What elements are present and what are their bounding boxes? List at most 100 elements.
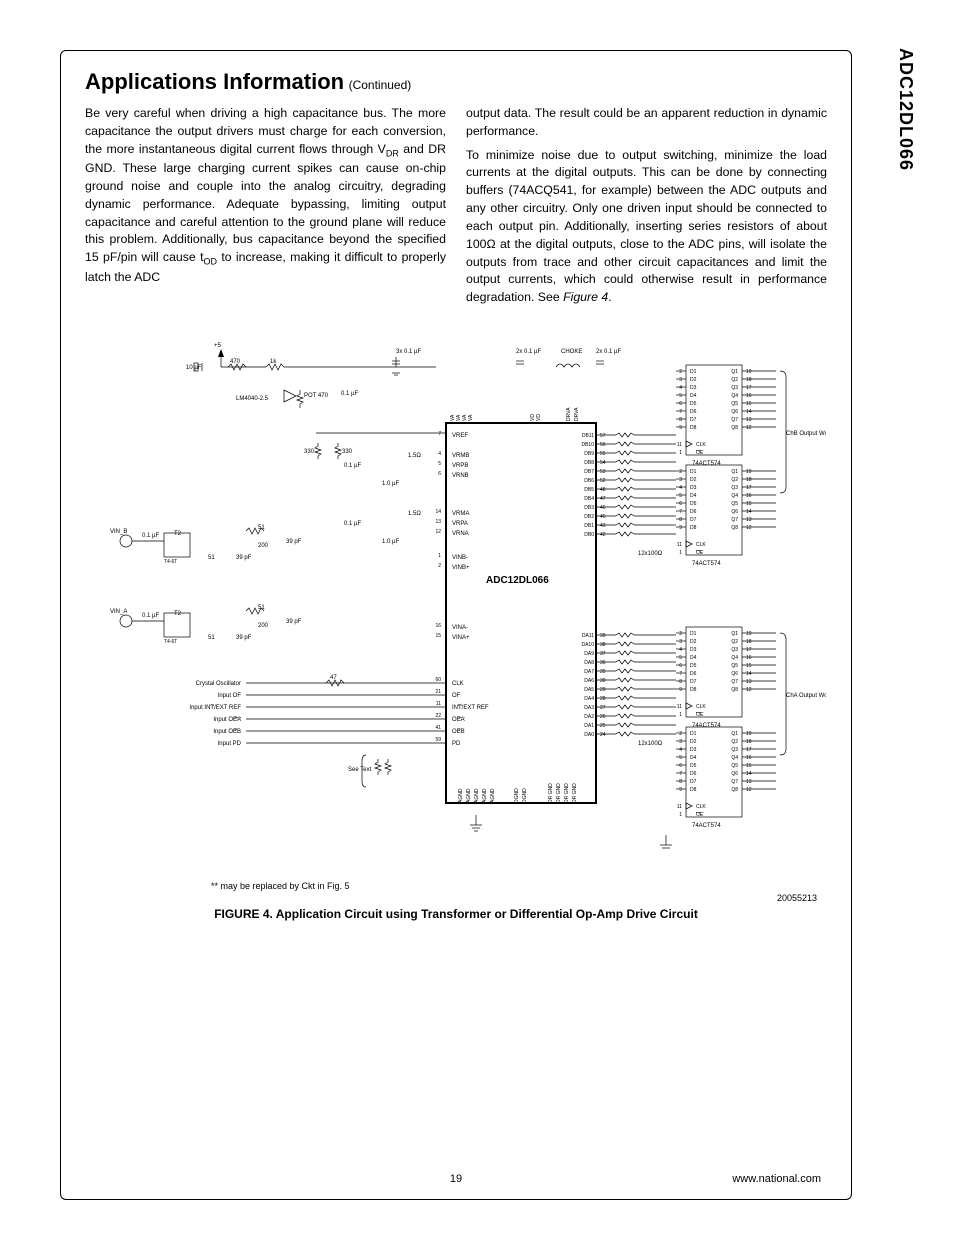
svg-text:Q1: Q1 [731, 469, 738, 475]
svg-text:39 pF: 39 pF [236, 635, 252, 641]
svg-text:1: 1 [679, 812, 682, 818]
svg-text:0.1 µF: 0.1 µF [142, 613, 159, 619]
svg-text:4: 4 [438, 451, 441, 457]
svg-text:42: 42 [600, 532, 606, 538]
svg-text:OE: OE [696, 712, 704, 718]
svg-text:2: 2 [679, 631, 682, 637]
svg-text:1k: 1k [270, 359, 277, 365]
svg-text:DB8: DB8 [584, 460, 594, 466]
svg-text:3: 3 [679, 477, 682, 483]
svg-text:2: 2 [679, 731, 682, 737]
svg-text:DA11: DA11 [582, 633, 594, 639]
svg-text:14: 14 [746, 409, 752, 415]
svg-text:21: 21 [435, 689, 441, 695]
svg-text:T4-6T: T4-6T [164, 639, 177, 645]
svg-text:0.1 µF: 0.1 µF [344, 463, 361, 469]
svg-text:Q2: Q2 [731, 739, 738, 745]
svg-text:Q3: Q3 [731, 385, 738, 391]
svg-text:D6: D6 [690, 409, 697, 415]
svg-text:T2: T2 [174, 611, 182, 617]
svg-text:1: 1 [679, 450, 682, 456]
content-frame: Applications Information (Continued) Be … [60, 50, 852, 1200]
svg-text:39 pF: 39 pF [236, 555, 252, 561]
svg-text:13: 13 [746, 417, 752, 423]
svg-text:46: 46 [600, 505, 606, 511]
svg-text:D7: D7 [690, 517, 697, 523]
svg-text:200: 200 [258, 623, 269, 629]
svg-text:11: 11 [677, 704, 682, 710]
svg-text:DA5: DA5 [584, 687, 594, 693]
svg-text:D6: D6 [690, 509, 697, 515]
continued-label: (Continued) [349, 78, 412, 92]
svg-text:DB1: DB1 [584, 523, 594, 529]
svg-text:7: 7 [679, 509, 682, 515]
svg-text:5: 5 [679, 655, 682, 661]
svg-text:Q6: Q6 [731, 671, 738, 677]
svg-text:VRMA: VRMA [452, 511, 469, 517]
svg-text:LM4040-2.5: LM4040-2.5 [236, 396, 269, 402]
svg-text:11: 11 [677, 542, 682, 548]
svg-text:6: 6 [679, 663, 682, 669]
svg-text:13: 13 [746, 517, 752, 523]
svg-text:D2: D2 [690, 377, 697, 383]
svg-text:D8: D8 [690, 687, 697, 693]
svg-text:CLK: CLK [696, 442, 706, 448]
svg-text:1: 1 [679, 550, 682, 556]
svg-text:12: 12 [746, 787, 752, 793]
svg-text:30: 30 [600, 678, 606, 684]
svg-text:1.0 µF: 1.0 µF [382, 539, 399, 545]
svg-text:14: 14 [746, 671, 752, 677]
circuit-diagram: .ln{stroke:#000;stroke-width:0.7;fill:no… [86, 335, 826, 895]
svg-text:38: 38 [600, 642, 606, 648]
svg-text:D5: D5 [690, 401, 697, 407]
svg-text:60: 60 [435, 677, 441, 683]
svg-text:DB2: DB2 [584, 514, 594, 520]
svg-text:VRNB: VRNB [452, 473, 469, 479]
svg-text:DA1: DA1 [584, 723, 594, 729]
svg-text:51: 51 [208, 635, 215, 641]
svg-text:6: 6 [438, 471, 441, 477]
svg-text:16: 16 [746, 755, 752, 761]
svg-text:29: 29 [600, 687, 606, 693]
svg-text:OE: OE [696, 812, 704, 818]
svg-text:Q7: Q7 [731, 417, 738, 423]
svg-text:OEA: OEA [452, 717, 465, 723]
svg-text:Q3: Q3 [731, 647, 738, 653]
svg-text:D8: D8 [690, 525, 697, 531]
svg-text:D4: D4 [690, 393, 697, 399]
svg-text:DR GND: DR GND [564, 783, 570, 803]
svg-text:CHOKE: CHOKE [561, 349, 582, 355]
svg-text:15: 15 [746, 763, 752, 769]
svg-text:Q1: Q1 [731, 631, 738, 637]
svg-text:Q4: Q4 [731, 755, 738, 761]
svg-text:26: 26 [600, 714, 606, 720]
svg-text:AGND: AGND [466, 788, 472, 803]
svg-text:VRPB: VRPB [452, 463, 468, 469]
svg-text:7: 7 [679, 409, 682, 415]
page-number: 19 [450, 1173, 462, 1185]
svg-text:7: 7 [679, 671, 682, 677]
svg-text:DB5: DB5 [584, 487, 594, 493]
svg-text:18: 18 [746, 377, 752, 383]
svg-text:3x 0.1 µF: 3x 0.1 µF [396, 349, 421, 355]
svg-text:D1: D1 [690, 731, 697, 737]
svg-text:12: 12 [746, 525, 752, 531]
svg-text:Q8: Q8 [731, 687, 738, 693]
svg-text:DA10: DA10 [581, 642, 594, 648]
svg-text:Input OEA: Input OEA [213, 717, 241, 723]
svg-text:11: 11 [677, 804, 682, 810]
svg-text:DRVA: DRVA [566, 407, 572, 421]
section-heading: Applications Information (Continued) [85, 69, 827, 95]
svg-text:Q8: Q8 [731, 787, 738, 793]
svg-text:74ACT574: 74ACT574 [692, 823, 721, 829]
svg-text:2x 0.1 µF: 2x 0.1 µF [516, 349, 541, 355]
svg-text:Q5: Q5 [731, 663, 738, 669]
svg-text:Q1: Q1 [731, 369, 738, 375]
svg-text:3: 3 [679, 377, 682, 383]
svg-text:Input OEB: Input OEB [213, 729, 241, 735]
svg-text:39 pF: 39 pF [286, 619, 302, 625]
svg-text:6: 6 [679, 401, 682, 407]
svg-text:2: 2 [679, 469, 682, 475]
svg-text:Q6: Q6 [731, 771, 738, 777]
svg-text:DB9: DB9 [584, 451, 594, 457]
